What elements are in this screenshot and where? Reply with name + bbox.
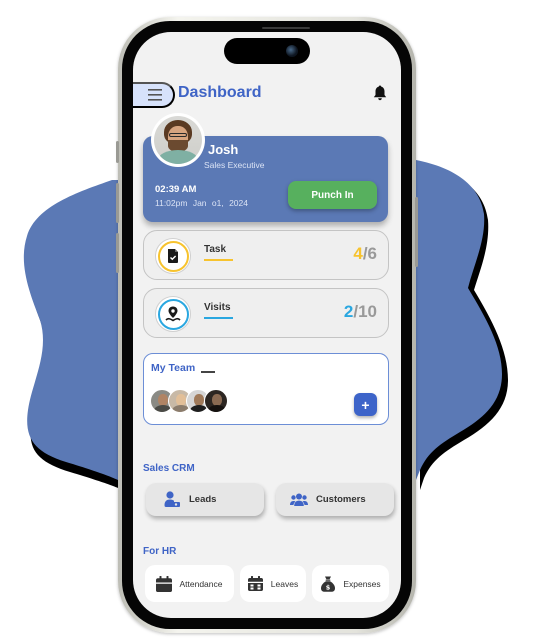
my-team-title: My Team — [151, 362, 196, 374]
leads-button[interactable]: Leads — [146, 483, 264, 516]
punch-in-button[interactable]: Punch In — [288, 181, 377, 209]
hamburger-menu-icon — [148, 89, 162, 101]
phone-power-button — [415, 197, 418, 267]
visits-count: 2/10 — [344, 302, 377, 322]
team-member-avatar[interactable] — [204, 389, 228, 413]
lead-user-icon — [164, 491, 180, 507]
customers-button[interactable]: Customers — [276, 483, 394, 516]
attendance-button[interactable]: Attendance — [145, 565, 234, 602]
visits-done: 2 — [343, 302, 354, 321]
task-underline — [204, 259, 233, 261]
phone-side-button — [116, 141, 119, 163]
task-icon-ring — [155, 238, 191, 274]
visits-underline — [204, 317, 233, 319]
task-done: 4 — [353, 244, 363, 263]
bell-icon[interactable] — [373, 85, 387, 101]
app-bar: Dashboard — [133, 82, 401, 110]
profile-avatar[interactable] — [151, 113, 205, 167]
current-time: 02:39 AM — [155, 184, 197, 195]
svg-text:$: $ — [326, 583, 331, 591]
profile-role: Sales Executive — [204, 160, 265, 170]
app-screen: Dashboard Josh Sales Executive 02:39 AM … — [133, 32, 401, 618]
for-hr-title: For HR — [143, 546, 177, 557]
task-card[interactable]: Task 4/6 — [143, 230, 389, 280]
dynamic-island — [224, 38, 310, 64]
last-punch-date: Jan o1, 2024 — [192, 198, 248, 208]
money-bag-icon: $ — [321, 576, 336, 592]
calendar-icon — [156, 575, 173, 592]
sales-crm-title: Sales CRM — [143, 463, 195, 474]
camera-icon — [286, 45, 298, 57]
profile-name: Josh — [208, 142, 239, 157]
menu-button[interactable] — [133, 82, 175, 108]
task-count: 4/6 — [353, 244, 377, 264]
phone-volume-down — [116, 233, 119, 273]
last-punch-time: 11:02pm — [155, 198, 188, 208]
task-document-check-icon — [168, 249, 178, 263]
expenses-label: Expenses — [343, 578, 381, 589]
add-team-member-button[interactable]: + — [354, 393, 377, 416]
users-group-icon — [290, 493, 308, 506]
team-avatars — [150, 389, 250, 413]
calendar-week-icon — [248, 576, 264, 591]
visits-icon-ring — [155, 296, 191, 332]
visits-label: Visits — [204, 302, 231, 313]
leads-label: Leads — [189, 494, 217, 505]
my-team-dash — [201, 371, 215, 373]
location-pin-icon — [165, 306, 181, 322]
visits-card[interactable]: Visits 2/10 — [143, 288, 389, 338]
visits-total: /10 — [353, 302, 377, 321]
customers-label: Customers — [316, 494, 366, 505]
phone-frame: Dashboard Josh Sales Executive 02:39 AM … — [116, 17, 418, 633]
speaker-slit — [262, 27, 310, 29]
my-team-card: My Team + — [143, 353, 389, 425]
last-punch-datetime: 11:02pm Jan o1, 2024 — [155, 198, 248, 208]
leaves-label: Leaves — [270, 578, 299, 589]
attendance-label: Attendance — [179, 578, 223, 589]
page-title: Dashboard — [178, 84, 262, 101]
task-label: Task — [204, 244, 227, 255]
phone-volume-up — [116, 183, 119, 223]
leaves-button[interactable]: Leaves — [240, 565, 306, 602]
task-total: /6 — [362, 244, 377, 263]
expenses-button[interactable]: $ Expenses — [312, 565, 389, 602]
